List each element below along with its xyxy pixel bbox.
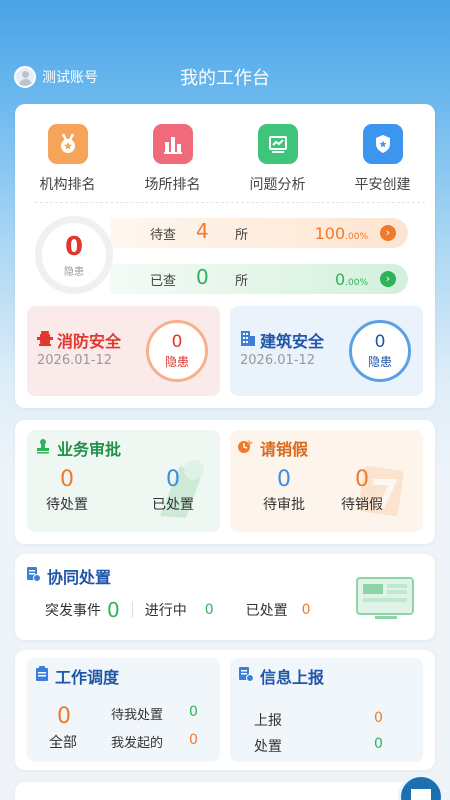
chevron-right-icon[interactable]: › xyxy=(380,271,396,287)
quick-link-label: 机构排名 xyxy=(39,177,96,193)
work-schedule-title: 工作调度 xyxy=(35,664,119,688)
next-card xyxy=(15,782,435,800)
collaboration-stats: 突发事件 0 进行中 0 已处置 0 xyxy=(45,598,311,622)
monitor-illustration-icon xyxy=(355,574,417,626)
building-hazard-count: 0 xyxy=(374,331,386,352)
fire-safety-title: 消防安全 xyxy=(37,328,121,352)
business-approval-panel[interactable]: 业务审批 0 待处置 0 已处置 xyxy=(27,430,220,532)
app-header: 测试账号 我的工作台 xyxy=(0,60,450,94)
medal-icon xyxy=(47,124,88,164)
approval-pending-label: 待处置 xyxy=(46,497,88,513)
chat-icon xyxy=(411,789,431,800)
fire-safety-date: 2026.01-12 xyxy=(37,353,112,368)
in-progress-label: 进行中 xyxy=(144,603,187,619)
fire-hazard-label: 隐患 xyxy=(164,354,189,369)
leave-review[interactable]: 0 待审批 xyxy=(244,468,324,514)
leave-review-count: 0 xyxy=(277,467,291,492)
checked-percent: 0.00% xyxy=(334,269,368,289)
checked-inspection-bar[interactable]: 已查 0 所 0.00% › xyxy=(110,264,408,294)
building-safety-card[interactable]: 建筑安全 2026.01-12 0 隐患 xyxy=(230,306,423,396)
business-approval-title: 业务审批 xyxy=(35,436,121,460)
building-hazard-ring: 0 隐患 xyxy=(349,320,411,382)
chevron-right-icon[interactable]: › xyxy=(380,225,396,241)
checked-count: 0 xyxy=(196,265,209,289)
approval-pending[interactable]: 0 待处置 xyxy=(27,468,107,514)
quick-link-safety-creation[interactable]: 平安创建 xyxy=(330,124,435,194)
leave-cancel[interactable]: 0 待销假 xyxy=(322,468,402,514)
pending-label: 待查 xyxy=(150,227,177,243)
separator xyxy=(131,602,133,618)
schedule-total-label: 全部 xyxy=(49,735,77,751)
handled-label: 已处置 xyxy=(245,603,288,619)
quick-link-org-ranking[interactable]: 机构排名 xyxy=(15,124,120,194)
schedule-total-count: 0 xyxy=(57,704,71,729)
approval-done-label: 已处置 xyxy=(152,497,194,513)
approval-done[interactable]: 0 已处置 xyxy=(133,468,213,514)
bar-chart-icon xyxy=(152,124,193,164)
building-safety-title: 建筑安全 xyxy=(240,328,324,352)
info-report-title: 信息上报 xyxy=(238,664,324,688)
pending-count: 4 xyxy=(196,219,209,243)
approval-done-count: 0 xyxy=(166,467,180,492)
emergency-count: 0 xyxy=(107,598,120,622)
trend-chart-icon xyxy=(257,124,298,164)
clipboard-icon xyxy=(35,666,49,686)
leave-cancel-count: 0 xyxy=(355,467,369,492)
collaboration-title: 协同处置 xyxy=(25,564,111,588)
chat-assistant-button[interactable] xyxy=(398,774,444,800)
leave-panel[interactable]: 请销假 0 待审批 0 待销假 xyxy=(230,430,423,532)
building-safety-date: 2026.01-12 xyxy=(240,353,315,368)
handled-count: 0 xyxy=(301,602,311,618)
schedule-mine-label: 待我处置 xyxy=(111,708,164,723)
approvals-card: 业务审批 0 待处置 0 已处置 请销假 0 待审批 0 待销假 xyxy=(15,420,435,544)
leave-cancel-label: 待销假 xyxy=(341,497,383,513)
approval-pending-count: 0 xyxy=(60,467,74,492)
quick-link-label: 场所排名 xyxy=(144,177,201,193)
report-submit-count: 0 xyxy=(374,710,383,726)
report-icon xyxy=(238,666,254,686)
page-title: 我的工作台 xyxy=(180,68,270,89)
document-icon xyxy=(25,566,41,586)
quick-link-venue-ranking[interactable]: 场所排名 xyxy=(120,124,225,194)
pending-unit: 所 xyxy=(235,227,249,243)
schedule-mine-count: 0 xyxy=(189,704,198,720)
checked-label: 已查 xyxy=(150,273,177,289)
fire-hazard-count: 0 xyxy=(171,331,183,352)
stamp-icon xyxy=(35,438,51,458)
in-progress-count: 0 xyxy=(204,602,214,618)
schedule-started-label: 我发起的 xyxy=(111,736,164,751)
report-submit-label: 上报 xyxy=(254,713,282,729)
leave-icon xyxy=(238,438,254,458)
shield-icon xyxy=(362,124,403,164)
hazard-count: 0 xyxy=(64,231,84,262)
building-icon xyxy=(240,329,256,351)
work-schedule-panel[interactable]: 工作调度 0 全部 待我处置 0 我发起的 0 xyxy=(27,658,220,762)
quick-link-label: 平安创建 xyxy=(354,177,411,193)
schedule-started-count: 0 xyxy=(189,732,198,748)
fire-hazard-ring: 0 隐患 xyxy=(146,320,208,382)
emergency-label: 突发事件 xyxy=(45,603,101,619)
leave-title: 请销假 xyxy=(238,436,308,460)
dispatch-card: 工作调度 0 全部 待我处置 0 我发起的 0 信息上报 上报 0 处置 0 xyxy=(15,650,435,770)
info-report-panel[interactable]: 信息上报 上报 0 处置 0 xyxy=(230,658,423,762)
fire-safety-card[interactable]: 消防安全 2026.01-12 0 隐患 xyxy=(27,306,220,396)
pending-inspection-bar[interactable]: 待查 4 所 100.00% › xyxy=(110,218,408,248)
report-handle-count: 0 xyxy=(374,736,383,752)
quick-links: 机构排名 场所排名 问题分析 平安创建 xyxy=(15,124,435,194)
hazard-label: 隐患 xyxy=(64,266,84,278)
fire-hydrant-icon xyxy=(37,329,53,351)
building-hazard-label: 隐患 xyxy=(367,354,392,369)
quick-link-problem-analysis[interactable]: 问题分析 xyxy=(225,124,330,194)
overview-card: 机构排名 场所排名 问题分析 平安创建 待查 4 所 100.00% › 已查 … xyxy=(15,104,435,408)
hazard-ring[interactable]: 0 隐患 xyxy=(35,216,113,294)
divider xyxy=(35,202,425,203)
quick-link-label: 问题分析 xyxy=(249,177,306,193)
pending-percent: 100.00% xyxy=(314,223,368,243)
report-handle-label: 处置 xyxy=(254,739,282,755)
collaboration-card[interactable]: 协同处置 突发事件 0 进行中 0 已处置 0 xyxy=(15,554,435,640)
leave-review-label: 待审批 xyxy=(263,497,305,513)
checked-unit: 所 xyxy=(235,273,249,289)
